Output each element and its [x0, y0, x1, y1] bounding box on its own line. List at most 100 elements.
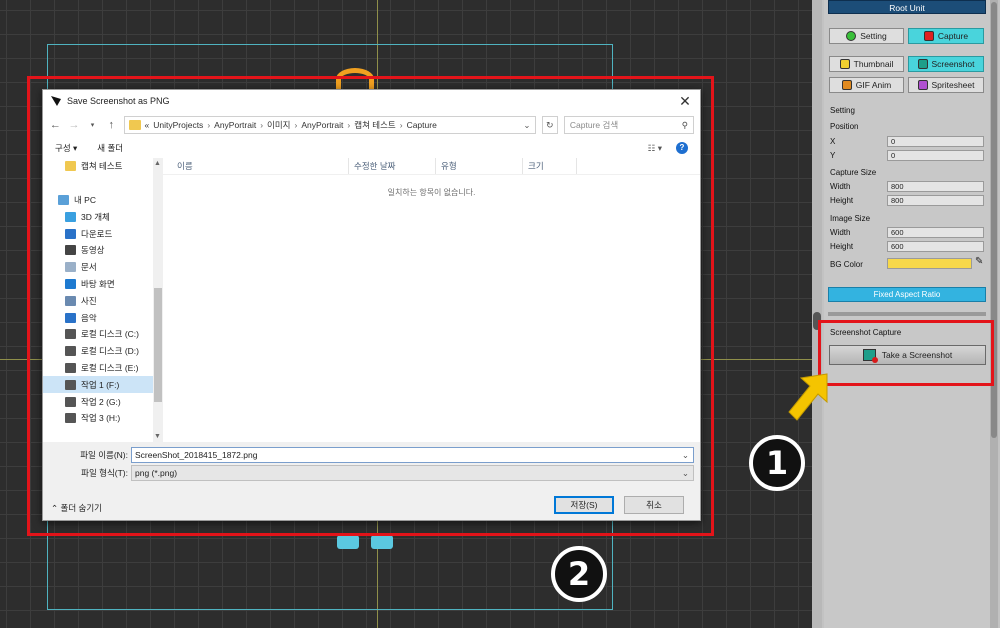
spritesheet-icon — [917, 80, 928, 90]
gif-anim-button[interactable]: GIF Anim — [829, 77, 904, 93]
organize-button[interactable]: 구성 ▾ — [55, 142, 77, 154]
hide-folders-button[interactable]: ⌃ 폴더 숨기기 — [51, 502, 102, 514]
screenshot-label: Screenshot — [931, 59, 975, 69]
breadcrumb-item[interactable]: Capture — [407, 120, 437, 130]
panel-divider — [828, 312, 986, 316]
capture-height-field[interactable]: 800 — [887, 195, 984, 206]
breadcrumb-item[interactable]: 이미지 — [267, 119, 290, 131]
image-width-field[interactable]: 600 — [887, 227, 984, 238]
refresh-icon[interactable]: ↻ — [541, 116, 558, 134]
position-header: Position — [830, 122, 859, 131]
file-list-pane[interactable]: 이름 수정한 날짜 유형 크기 일치하는 항목이 없습니다. — [163, 158, 700, 442]
screenshot-icon — [917, 59, 928, 69]
folder-icon — [128, 120, 141, 130]
save-button[interactable]: 저장(S) — [554, 496, 614, 514]
dialog-toolbar: 구성 ▾ 새 폴더 ☷ ▾ ? — [43, 138, 700, 158]
navigation-pane: 캡쳐 테스트내 PC 3D 개체다운로드동영상문서바탕 화면사진음악로컬 디스크 … — [43, 158, 153, 442]
panel-splitter[interactable] — [812, 0, 822, 628]
fixed-aspect-ratio-button[interactable]: Fixed Aspect Ratio — [828, 287, 986, 302]
capture-height-label: Height — [830, 196, 854, 205]
nav-item-label: 다운로드 — [81, 228, 113, 239]
view-options-icon[interactable]: ☷ ▾ — [648, 143, 662, 154]
step-2-badge: 2 — [551, 546, 607, 602]
setting-icon — [846, 31, 857, 41]
screenshot-button[interactable]: Screenshot — [908, 56, 984, 72]
drive-icon — [65, 362, 76, 373]
desktop-icon — [65, 278, 76, 289]
pictures-icon — [65, 295, 76, 306]
drive-icon — [65, 346, 76, 357]
nav-item[interactable]: 작업 2 (G:) — [43, 393, 153, 410]
column-modified[interactable]: 수정한 날짜 — [349, 158, 436, 174]
tab-setting[interactable]: Setting — [829, 28, 904, 44]
nav-item[interactable]: 바탕 화면 — [43, 276, 153, 293]
thumbnail-button[interactable]: Thumbnail — [829, 56, 904, 72]
nav-item[interactable]: 사진 — [43, 292, 153, 309]
forward-arrow-icon[interactable]: → — [68, 119, 81, 131]
chevron-down-icon[interactable]: ⌄ — [682, 468, 693, 479]
hide-folders-label: 폴더 숨기기 — [60, 503, 102, 513]
breadcrumb-overflow[interactable]: « — [145, 120, 150, 130]
navigation-scrollbar[interactable]: ▲ ▼ — [153, 158, 163, 442]
y-label: Y — [830, 151, 836, 160]
close-icon[interactable]: ✕ — [670, 93, 700, 110]
back-arrow-icon[interactable]: ← — [49, 119, 62, 131]
search-placeholder: Capture 검색 — [569, 120, 619, 130]
image-width-label: Width — [830, 228, 851, 237]
filetype-select[interactable]: png (*.png) ⌄ — [131, 465, 694, 481]
chevron-down-icon[interactable]: ⌄ — [523, 120, 530, 131]
root-unit-header: Root Unit — [828, 0, 986, 14]
up-arrow-icon[interactable]: ↑ — [105, 119, 118, 131]
nav-item-label: 사진 — [81, 295, 97, 306]
nav-item[interactable]: 로컬 디스크 (C:) — [43, 326, 153, 343]
filename-label: 파일 이름(N): — [80, 450, 128, 460]
tab-capture[interactable]: Capture — [908, 28, 984, 44]
unity-icon — [51, 96, 61, 106]
panel-scrollbar[interactable] — [990, 0, 998, 628]
nav-item[interactable]: 캡쳐 테스트 — [43, 158, 153, 175]
help-icon[interactable]: ? — [676, 142, 688, 154]
cancel-button[interactable]: 취소 — [624, 496, 684, 514]
nav-item[interactable]: 작업 3 (H:) — [43, 410, 153, 427]
eyedropper-icon[interactable]: ✎ — [975, 256, 983, 267]
spritesheet-button[interactable]: Spritesheet — [908, 77, 984, 93]
gif-icon — [841, 80, 852, 90]
bg-color-swatch[interactable] — [887, 258, 972, 269]
setting-header: Setting — [830, 106, 855, 115]
thumbnail-icon — [839, 59, 850, 69]
nav-item[interactable]: 내 PC — [43, 192, 153, 209]
nav-item[interactable]: 다운로드 — [43, 225, 153, 242]
capture-width-field[interactable]: 800 — [887, 181, 984, 192]
chevron-down-icon[interactable]: ⌄ — [682, 450, 693, 461]
nav-item[interactable]: 3D 개체 — [43, 208, 153, 225]
search-input[interactable]: Capture 검색 ⚲ — [563, 116, 695, 134]
breadcrumb-item[interactable]: 캡쳐 테스트 — [354, 119, 395, 131]
nav-item-label: 캡쳐 테스트 — [81, 161, 123, 172]
filename-value: ScreenShot_2018415_1872.png — [135, 450, 258, 460]
thumbnail-label: Thumbnail — [853, 59, 894, 69]
nav-item[interactable]: 로컬 디스크 (D:) — [43, 343, 153, 360]
column-type[interactable]: 유형 — [436, 158, 523, 174]
breadcrumb-item[interactable]: AnyPortrait — [214, 120, 256, 130]
position-y-field[interactable]: 0 — [887, 150, 984, 161]
nav-item[interactable]: 음악 — [43, 309, 153, 326]
breadcrumb-item[interactable]: AnyPortrait — [301, 120, 343, 130]
nav-item[interactable]: 문서 — [43, 259, 153, 276]
nav-item[interactable]: 동영상 — [43, 242, 153, 259]
nav-item-label: 내 PC — [74, 194, 96, 205]
filename-field[interactable]: ScreenShot_2018415_1872.png ⌄ — [131, 447, 694, 463]
nav-item-label: 로컬 디스크 (E:) — [81, 362, 139, 373]
address-bar[interactable]: « UnityProjects › AnyPortrait › 이미지 › AnyPo… — [123, 116, 536, 134]
image-height-field[interactable]: 600 — [887, 241, 984, 252]
breadcrumb-item[interactable]: UnityProjects — [153, 120, 203, 130]
column-size[interactable]: 크기 — [523, 158, 577, 174]
nav-item-label: 문서 — [81, 262, 97, 273]
position-x-field[interactable]: 0 — [887, 136, 984, 147]
nav-item-label: 음악 — [81, 312, 97, 323]
address-bar-row: ← → ▾ ↑ « UnityProjects › AnyPortrait › 이미… — [43, 112, 700, 138]
nav-item[interactable]: 로컬 디스크 (E:) — [43, 360, 153, 377]
column-name[interactable]: 이름 — [163, 158, 349, 174]
nav-item[interactable]: 작업 1 (F:) — [43, 376, 153, 394]
new-folder-button[interactable]: 새 폴더 — [97, 142, 123, 154]
